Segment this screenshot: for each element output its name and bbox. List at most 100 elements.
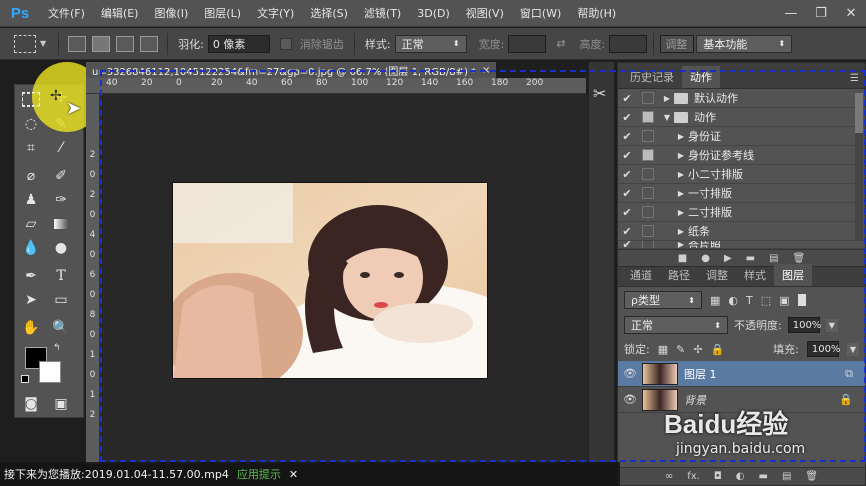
- history-brush-tool-icon[interactable]: ✑: [49, 189, 73, 211]
- delete-layer-icon[interactable]: 🗑: [805, 471, 818, 482]
- dialog-toggle[interactable]: [642, 149, 654, 161]
- delete-icon[interactable]: 🗑: [793, 253, 806, 264]
- next-video-text[interactable]: 接下来为您播放:2019.01.04-11.57.00.mp4: [4, 466, 229, 482]
- expand-icon[interactable]: ▶: [674, 208, 688, 217]
- menu-help[interactable]: 帮助(H): [569, 5, 624, 21]
- document-tab[interactable]: u=3326846112,1045122254&fm=27&gp=0.jpg @…: [86, 62, 496, 78]
- tab-actions[interactable]: 动作: [682, 66, 720, 88]
- tools-options-icon[interactable]: ✂: [593, 84, 606, 103]
- action-row[interactable]: ✔ ▶ 一寸排版: [618, 184, 865, 203]
- screen-mode-icon[interactable]: ▣: [49, 393, 73, 415]
- new-layer-icon[interactable]: ▤: [782, 471, 791, 482]
- menu-filter[interactable]: 滤镜(T): [356, 5, 409, 21]
- fx-icon[interactable]: fx.: [687, 471, 700, 482]
- path-select-tool-icon[interactable]: ➤: [19, 289, 43, 311]
- height-input[interactable]: [609, 34, 648, 53]
- opacity-input[interactable]: 100%: [787, 317, 821, 333]
- new-action-icon[interactable]: ▤: [769, 253, 778, 264]
- expand-icon[interactable]: ▶: [674, 132, 688, 141]
- dialog-toggle[interactable]: [642, 225, 654, 237]
- type-tool-icon[interactable]: T: [49, 265, 73, 287]
- action-row[interactable]: ✔ ▶ 默认动作: [618, 89, 865, 108]
- menu-edit[interactable]: 编辑(E): [93, 5, 147, 21]
- blend-mode-select[interactable]: 正常 ⬍: [624, 316, 728, 334]
- tab-history[interactable]: 历史记录: [622, 66, 682, 88]
- tab-channels[interactable]: 通道: [622, 264, 660, 286]
- rect-marquee-tool-icon[interactable]: [22, 92, 40, 106]
- healing-brush-tool-icon[interactable]: ⌀: [19, 165, 43, 187]
- adjustment-layer-icon[interactable]: ◐: [736, 471, 745, 482]
- expand-icon[interactable]: ▶: [674, 227, 688, 236]
- close-icon[interactable]: ✕: [289, 468, 298, 481]
- record-icon[interactable]: ●: [701, 253, 710, 264]
- dialog-toggle[interactable]: [642, 241, 654, 248]
- check-icon[interactable]: ✔: [618, 225, 636, 238]
- tab-adjustments[interactable]: 调整: [698, 264, 736, 286]
- swap-colors-icon[interactable]: ↰: [53, 343, 61, 353]
- group-icon[interactable]: ▬: [759, 471, 768, 482]
- collapse-icon[interactable]: ▼: [660, 113, 674, 122]
- chevron-down-icon[interactable]: ▼: [40, 39, 46, 48]
- layer-row[interactable]: 👁 图层 1 ⧉: [618, 361, 865, 387]
- hand-tool-icon[interactable]: ✋: [19, 317, 43, 339]
- shape-tool-icon[interactable]: ▭: [49, 289, 73, 311]
- check-icon[interactable]: ✔: [618, 92, 636, 105]
- pen-tool-icon[interactable]: ✒: [19, 265, 43, 287]
- quick-mask-icon[interactable]: ◙: [19, 393, 43, 415]
- menu-window[interactable]: 窗口(W): [512, 5, 569, 21]
- rect-marquee-preset-icon[interactable]: [14, 34, 36, 53]
- lock-paint-icon[interactable]: ✎: [676, 343, 685, 356]
- move-tool-icon[interactable]: ✢: [50, 88, 62, 104]
- lock-transparent-icon[interactable]: ▦: [658, 343, 668, 356]
- expand-icon[interactable]: ▶: [674, 189, 688, 198]
- new-set-icon[interactable]: ▬: [746, 253, 755, 264]
- restore-button[interactable]: ❐: [806, 3, 836, 23]
- menu-view[interactable]: 视图(V): [458, 5, 512, 21]
- filter-toggle-icon[interactable]: [797, 294, 806, 306]
- dialog-toggle[interactable]: [642, 187, 654, 199]
- chevron-down-icon[interactable]: ▼: [825, 318, 838, 332]
- action-row[interactable]: ✔ ▶ 小二寸排版: [618, 165, 865, 184]
- style-select[interactable]: 正常 ⬍: [394, 34, 467, 53]
- blur-tool-icon[interactable]: 💧: [19, 237, 43, 259]
- document-image[interactable]: [172, 182, 488, 379]
- filter-adjust-icon[interactable]: ◐: [728, 294, 738, 307]
- filter-shape-icon[interactable]: ⬚: [761, 294, 771, 307]
- eyedropper-tool-icon[interactable]: ⁄: [49, 137, 73, 159]
- action-row[interactable]: ✔ ▶ 身份证: [618, 127, 865, 146]
- check-icon[interactable]: ✔: [618, 241, 636, 248]
- menu-layer[interactable]: 图层(L): [196, 5, 249, 21]
- expand-icon[interactable]: ▶: [674, 241, 688, 248]
- swap-icon[interactable]: ⇄: [556, 37, 565, 50]
- expand-icon[interactable]: ▶: [660, 94, 674, 103]
- check-icon[interactable]: ✔: [618, 168, 636, 181]
- visibility-eye-icon[interactable]: 👁: [618, 393, 642, 406]
- fill-input[interactable]: 100%: [806, 341, 840, 357]
- app-hint-link[interactable]: 应用提示: [237, 466, 281, 482]
- scrollbar[interactable]: [855, 93, 863, 241]
- chevron-down-icon[interactable]: ▼: [846, 342, 859, 356]
- action-row[interactable]: ✔ ▶ 纸条: [618, 222, 865, 241]
- zoom-tool-icon[interactable]: 🔍: [49, 317, 73, 339]
- dialog-toggle[interactable]: [642, 168, 654, 180]
- menu-3d[interactable]: 3D(D): [409, 7, 458, 20]
- eraser-tool-icon[interactable]: ▱: [19, 213, 43, 235]
- menu-file[interactable]: 文件(F): [40, 5, 93, 21]
- layer-filter-select[interactable]: ρ类型 ⬍: [624, 291, 702, 309]
- tab-styles[interactable]: 样式: [736, 264, 774, 286]
- stop-icon[interactable]: ■: [678, 253, 687, 264]
- tab-layers[interactable]: 图层: [774, 264, 812, 286]
- close-tab-icon[interactable]: ×: [482, 65, 490, 76]
- play-icon[interactable]: ▶: [724, 253, 732, 264]
- check-icon[interactable]: ✔: [618, 111, 636, 124]
- panel-menu-icon[interactable]: ☰: [844, 69, 865, 88]
- filter-pixel-icon[interactable]: ▦: [710, 294, 720, 307]
- mask-icon[interactable]: ◘: [714, 471, 722, 482]
- link-layers-icon[interactable]: ∞: [665, 471, 673, 482]
- lock-all-icon[interactable]: 🔒: [711, 343, 725, 356]
- menu-image[interactable]: 图像(I): [146, 5, 196, 21]
- dialog-toggle[interactable]: [642, 111, 654, 123]
- check-icon[interactable]: ✔: [618, 149, 636, 162]
- default-colors-icon[interactable]: [21, 375, 29, 383]
- action-row[interactable]: ✔ ▶ 身份证参考线: [618, 146, 865, 165]
